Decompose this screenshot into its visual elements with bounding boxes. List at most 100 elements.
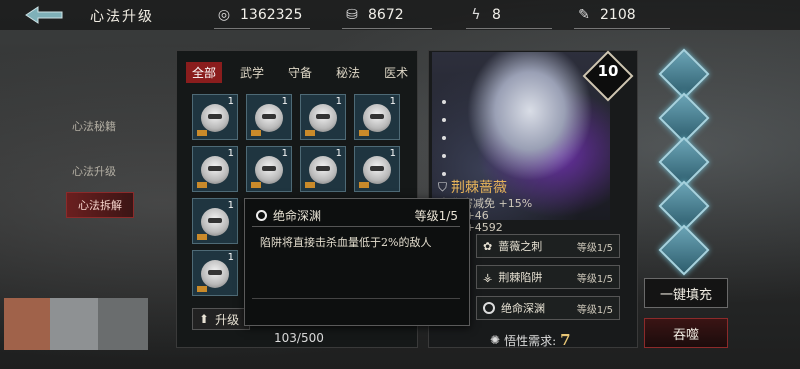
up-arrow-icon: ⬆ [199, 312, 210, 326]
skill-row[interactable]: 绝命深渊 等级1/5 [476, 296, 620, 320]
inventory-item[interactable]: 1 [300, 146, 346, 192]
inventory-item[interactable]: 1 [192, 146, 238, 192]
skill-level: 等级1/5 [576, 242, 613, 254]
menu-item-secrets[interactable]: 心法秘籍 [72, 118, 116, 134]
divider [574, 28, 670, 29]
rank-icon [305, 182, 315, 188]
category-tabs: 全部 武学 守备 秘法 医术 [186, 62, 414, 83]
rank-icon [251, 182, 261, 188]
inventory-item[interactable]: 1 [192, 198, 238, 244]
tooltip-description: 陷阱将直接击杀血量低于2%的敌人 [260, 234, 431, 250]
item-count: 1 [281, 148, 288, 159]
inventory-item[interactable]: 1 [354, 94, 400, 140]
tab-medicine[interactable]: 医术 [378, 62, 414, 83]
skill-row[interactable]: ⚶ 荆棘陷阱 等级1/5 [476, 265, 620, 289]
ingot-icon: ⛁ [346, 7, 358, 23]
coin-value: 1362325 [240, 7, 303, 23]
tab-secret[interactable]: 秘法 [330, 62, 366, 83]
rank-icon [197, 130, 207, 136]
divider [214, 28, 310, 29]
rank-icon [359, 182, 369, 188]
divider [252, 226, 460, 227]
mask-icon [255, 104, 283, 132]
skill-row[interactable]: ✿ 蔷薇之刺 等级1/5 [476, 234, 620, 258]
tab-all[interactable]: 全部 [186, 62, 223, 83]
coin-icon: ◎ [217, 7, 231, 23]
mask-icon [255, 156, 283, 184]
ingot-counter: ⛁ 8672 [342, 5, 432, 29]
mask-icon [201, 260, 229, 288]
item-count: 1 [281, 96, 288, 107]
upgrade-button[interactable]: ⬆ 升级 [192, 308, 250, 330]
inventory-count: 103/500 [274, 331, 324, 345]
menu-item-upgrade[interactable]: 心法升级 [72, 163, 116, 179]
inventory-item[interactable]: 1 [300, 94, 346, 140]
stamina-value: 8 [492, 7, 501, 23]
item-count: 1 [335, 148, 342, 159]
skill-level: 等级1/5 [576, 273, 613, 285]
skill-name: 蔷薇之刺 [498, 240, 543, 253]
ticket-icon: ✎ [578, 7, 590, 23]
tooltip-header: 绝命深渊 等级1/5 [256, 206, 458, 224]
item-count: 1 [227, 200, 234, 211]
mask-icon [363, 104, 391, 132]
inventory-item[interactable]: 1 [192, 94, 238, 140]
color-swatch [4, 298, 50, 350]
item-count: 1 [335, 96, 342, 107]
stamina-counter: ϟ 8 [466, 5, 552, 29]
tooltip-desc-suffix: 的敌人 [398, 236, 432, 249]
inventory-item[interactable]: 1 [192, 250, 238, 296]
hero-name: 荆棘蔷薇 [451, 180, 508, 196]
requirement-value: 7 [560, 331, 571, 349]
rank-icon [197, 234, 207, 240]
upgrade-label: 升级 [215, 312, 240, 327]
item-count: 1 [227, 148, 234, 159]
devour-button[interactable]: 吞噬 [644, 318, 728, 348]
item-count: 1 [227, 252, 234, 263]
tooltip-level: 等级1/5 [414, 208, 458, 223]
tab-defense[interactable]: 守备 [282, 62, 318, 83]
tab-martial[interactable]: 武学 [234, 62, 270, 83]
skill-name: 绝命深渊 [501, 302, 545, 315]
tooltip-desc-pct: 2% [381, 236, 399, 249]
back-arrow-icon[interactable] [22, 4, 66, 26]
shield-icon: ⛉ [438, 179, 448, 194]
mask-icon [201, 156, 229, 184]
inventory-item[interactable]: 1 [354, 146, 400, 192]
item-count: 1 [389, 148, 396, 159]
ticket-value: 2108 [600, 7, 636, 23]
mask-icon [201, 104, 229, 132]
inventory-item[interactable]: 1 [246, 94, 292, 140]
tooltip-desc-prefix: 陷阱将直接击杀血量低于 [260, 236, 381, 249]
circle-icon [483, 302, 495, 314]
requirement-row: ✺ 悟性需求: 7 [490, 331, 571, 349]
coin-counter: ◎ 1362325 [214, 5, 310, 29]
lightning-icon: ϟ [471, 7, 481, 23]
color-swatch [98, 298, 148, 350]
divider [342, 28, 432, 29]
rank-icon [305, 130, 315, 136]
rank-icon [251, 130, 261, 136]
inventory-item[interactable]: 1 [246, 146, 292, 192]
thorn-icon: ✿ [483, 239, 493, 253]
rank-icon [197, 286, 207, 292]
skill-level: 等级1/5 [576, 304, 613, 316]
level-number: 10 [597, 62, 619, 80]
tooltip-title: 绝命深渊 [273, 208, 322, 223]
mask-icon [309, 104, 337, 132]
spark-icon: ✺ [490, 333, 501, 347]
color-swatch [50, 298, 98, 350]
menu-item-dismantle[interactable]: 心法拆解 [66, 192, 134, 218]
divider [466, 28, 552, 29]
skill-name: 荆棘陷阱 [498, 271, 543, 284]
rank-icon [359, 130, 369, 136]
ingot-value: 8672 [368, 7, 404, 23]
item-count: 1 [389, 96, 396, 107]
mask-icon [201, 208, 229, 236]
divider [252, 298, 460, 299]
hero-name-row: ⛉ 荆棘蔷薇 [438, 177, 507, 197]
item-count: 1 [227, 96, 234, 107]
autofill-button[interactable]: 一键填充 [644, 278, 728, 308]
mask-icon [309, 156, 337, 184]
ticket-counter: ✎ 2108 [574, 5, 670, 29]
